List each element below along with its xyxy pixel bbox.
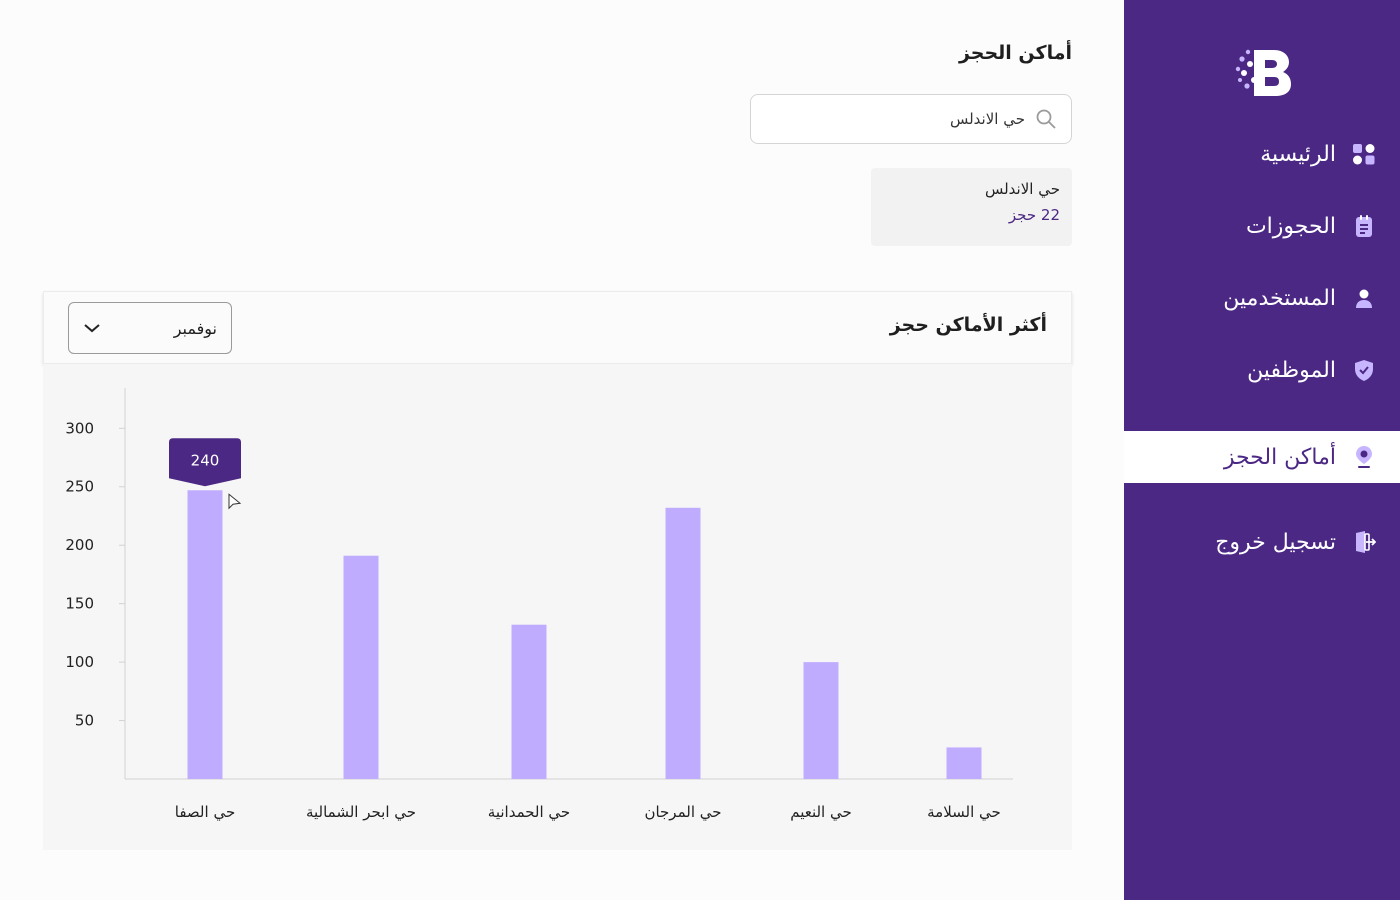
sidebar-item-employees[interactable]: الموظفين — [1124, 344, 1400, 396]
sidebar-item-booking-places[interactable]: أماكن الحجز — [1124, 431, 1400, 483]
bar — [343, 555, 379, 779]
y-tick-label: 150 — [65, 595, 94, 613]
mouse-cursor-icon — [228, 493, 242, 510]
bar — [665, 507, 701, 779]
sidebar-item-home[interactable]: الرئيسية — [1124, 128, 1400, 180]
search-box[interactable] — [750, 94, 1072, 144]
bar-chart-svg: 50 100 150 200 250 300 حي الصفا حي ابحر الشمالي… — [65, 388, 1013, 822]
logout-door-icon — [1352, 530, 1376, 554]
result-booking-count: 22 حجز — [1008, 206, 1060, 224]
sidebar: الرئيسية الحجوزات المستخدمين الموظفين أم… — [1124, 0, 1400, 900]
y-tick-label: 50 — [75, 712, 94, 730]
sidebar-item-label: تسجيل خروج — [1215, 529, 1336, 555]
bar-chart: 50 100 150 200 250 300 حي الصفا حي ابحر الشمالي… — [43, 364, 1072, 850]
y-tick-label: 100 — [65, 653, 94, 671]
x-tick-label: حي الصفا — [175, 803, 235, 822]
bar — [803, 662, 839, 779]
month-select-value: نوفمبر — [173, 318, 217, 338]
chart-header: أكثر الأماكن حجز نوفمبر — [43, 291, 1072, 364]
sidebar-item-label: المستخدمين — [1223, 285, 1336, 311]
clipboard-icon — [1352, 214, 1376, 238]
sidebar-item-label: أماكن الحجز — [1223, 444, 1336, 470]
brand-b-logo-icon[interactable] — [1234, 46, 1294, 98]
bar — [946, 747, 982, 779]
sidebar-item-label: الموظفين — [1247, 357, 1336, 383]
bar — [511, 624, 547, 779]
x-tick-label: حي الحمدانية — [488, 803, 570, 822]
x-tick-label: حي المرجان — [644, 803, 721, 822]
sidebar-item-bookings[interactable]: الحجوزات — [1124, 200, 1400, 252]
user-icon — [1352, 286, 1376, 310]
sidebar-item-users[interactable]: المستخدمين — [1124, 272, 1400, 324]
search-icon — [1035, 108, 1057, 130]
search-result-card[interactable]: حي الاندلس 22 حجز — [871, 168, 1072, 246]
y-tick-label: 250 — [65, 478, 94, 496]
dashboard-grid-icon — [1352, 142, 1376, 166]
sidebar-item-logout[interactable]: تسجيل خروج — [1124, 516, 1400, 568]
location-pin-icon — [1352, 445, 1376, 469]
chevron-down-icon — [83, 319, 101, 338]
chart-title: أكثر الأماكن حجز — [889, 314, 1047, 336]
x-tick-label: حي ابحر الشمالية — [306, 803, 416, 822]
search-input[interactable] — [765, 110, 1025, 128]
page-title: أماكن الحجز — [958, 42, 1072, 64]
shield-check-icon — [1352, 358, 1376, 382]
tooltip-label: 240 — [191, 451, 220, 469]
result-place-name: حي الاندلس — [984, 180, 1060, 198]
bar — [187, 490, 223, 779]
x-tick-label: حي النعيم — [790, 803, 852, 822]
sidebar-item-label: الرئيسية — [1260, 141, 1336, 167]
month-select[interactable]: نوفمبر — [68, 302, 232, 354]
sidebar-item-label: الحجوزات — [1245, 213, 1336, 239]
y-tick-label: 200 — [65, 536, 94, 554]
x-tick-label: حي السلامة — [927, 803, 1001, 822]
y-tick-label: 300 — [65, 419, 94, 437]
